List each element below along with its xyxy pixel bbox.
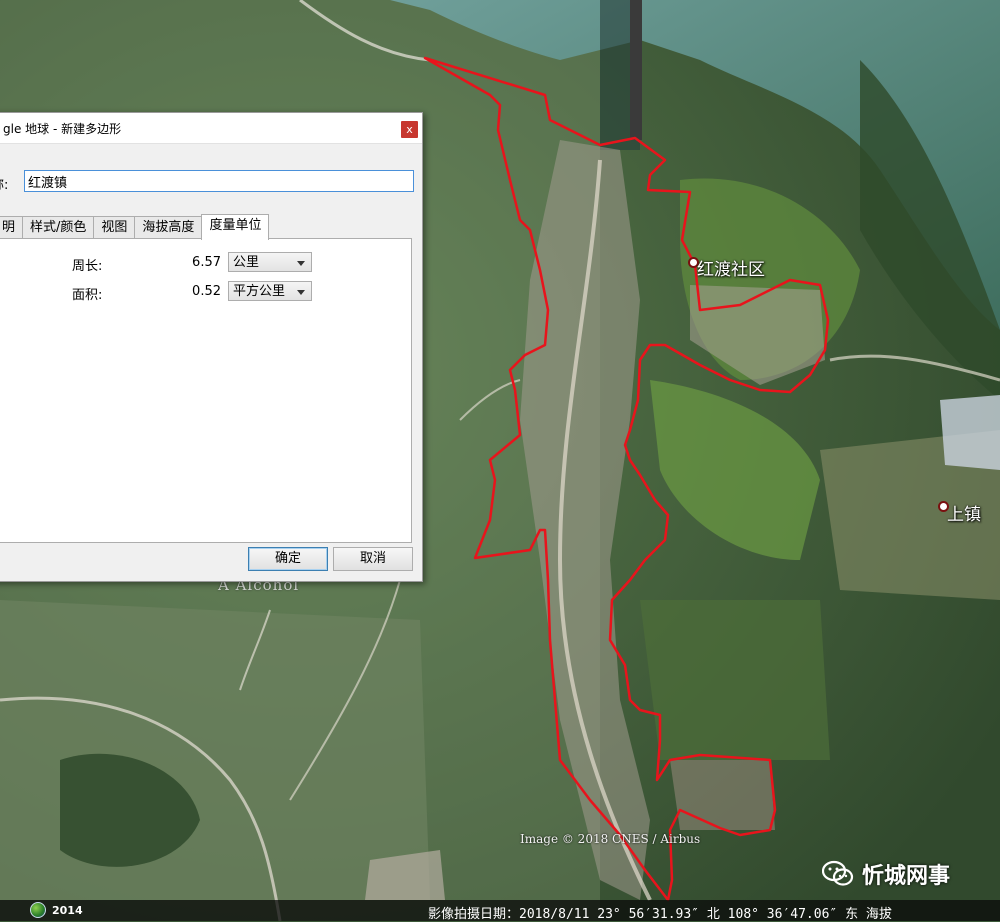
wechat-icon bbox=[822, 860, 854, 886]
cancel-button[interactable]: 取消 bbox=[333, 547, 413, 571]
imagery-credit: Image © 2018 CNES / Airbus bbox=[520, 832, 701, 846]
perimeter-unit: 公里 bbox=[233, 255, 260, 270]
new-polygon-dialog: gle 地球 - 新建多边形 x 称: 明 样式/颜色 视图 海拔高度 度量单位… bbox=[0, 112, 423, 582]
dialog-tabs: 明 样式/颜色 视图 海拔高度 度量单位 bbox=[0, 214, 270, 240]
area-unit-select[interactable]: 平方公里 bbox=[228, 281, 312, 301]
watermark-text: 忻城网事 bbox=[862, 864, 951, 889]
status-info: 影像拍摄日期：2018/8/11 23° 56′31.93″ 北 108° 36… bbox=[428, 907, 892, 922]
tab-altitude[interactable]: 海拔高度 bbox=[134, 216, 203, 239]
town-label[interactable]: 上镇 bbox=[947, 500, 981, 525]
year-text: 2014 bbox=[52, 903, 83, 917]
area-unit: 平方公里 bbox=[233, 284, 286, 299]
ok-button[interactable]: 确定 bbox=[248, 547, 328, 571]
chevron-down-icon bbox=[297, 261, 305, 266]
tab-style-color[interactable]: 样式/颜色 bbox=[22, 216, 95, 239]
perimeter-value: 6.57 bbox=[192, 255, 221, 270]
community-label[interactable]: 红渡社区 bbox=[697, 255, 765, 280]
measurements-panel: 周长: 6.57 公里 面积: 0.52 平方公里 bbox=[0, 238, 412, 543]
tab-description[interactable]: 明 bbox=[0, 216, 24, 239]
globe-icon bbox=[30, 902, 46, 918]
area-value: 0.52 bbox=[192, 284, 221, 299]
perimeter-label: 周长: bbox=[72, 259, 103, 274]
close-button[interactable]: x bbox=[401, 121, 418, 138]
area-label: 面积: bbox=[72, 288, 103, 303]
historical-imagery-year[interactable]: 2014 bbox=[30, 902, 83, 918]
name-input[interactable] bbox=[24, 170, 414, 192]
tab-view[interactable]: 视图 bbox=[93, 216, 136, 239]
name-label: 称: bbox=[0, 178, 9, 193]
close-icon: x bbox=[406, 123, 413, 136]
tab-measurements[interactable]: 度量单位 bbox=[201, 214, 270, 240]
dialog-titlebar[interactable]: gle 地球 - 新建多边形 x bbox=[0, 113, 422, 144]
chevron-down-icon bbox=[297, 290, 305, 295]
perimeter-unit-select[interactable]: 公里 bbox=[228, 252, 312, 272]
watermark: 忻城网事 bbox=[822, 858, 950, 890]
dialog-title: gle 地球 - 新建多边形 bbox=[3, 122, 122, 136]
